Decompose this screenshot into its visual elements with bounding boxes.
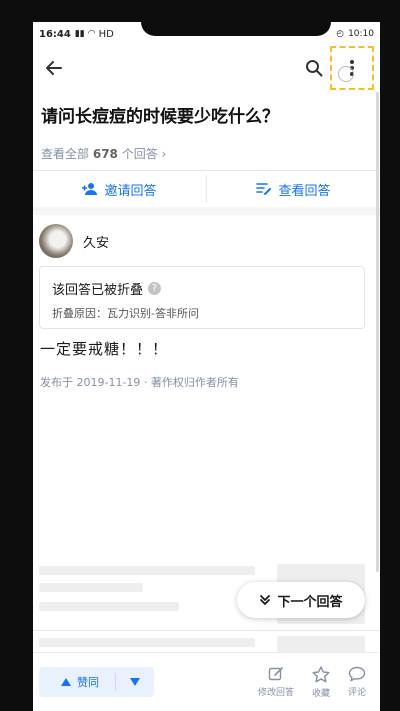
top-app-bar [33,46,380,90]
camera-notch [141,22,331,36]
published-info: 发布于 2019-11-19 · 著作权归作者所有 [40,376,239,389]
author-name[interactable]: 久安 [83,232,109,251]
author-row[interactable]: 久安 [39,224,109,258]
invite-answer-label: 邀请回答 [104,183,157,199]
invite-answer-button[interactable]: 邀请回答 [33,171,206,207]
scrollbar[interactable] [376,92,379,572]
edit-icon [268,667,283,681]
collect-button[interactable]: 收藏 [311,665,330,699]
skeleton-line [39,638,255,647]
network-type: HD [98,28,114,40]
view-all-suffix: 个回答 › [121,147,167,161]
view-answers-label: 查看回答 [278,183,331,199]
collect-label: 收藏 [311,688,330,699]
wifi-icon: ◠ [87,29,96,39]
vote-up-button[interactable]: 赞同 [39,674,115,690]
app-screen: 16:44 ▮▮ ◠ HD ◴ 10:10 请问长痘痘的时候要少吃什么？ 查看全… [33,22,380,711]
next-answer-label: 下一个回答 [277,594,343,610]
folded-title: 该回答已被折叠 [52,283,144,298]
search-button[interactable] [300,54,328,82]
edit-answer-label: 修改回答 [257,688,294,698]
comment-bubble-icon [348,666,366,682]
list-edit-icon [256,183,272,195]
answer-content: 一定要戒糖！！！ [40,340,169,358]
view-answers-button[interactable]: 查看回答 [207,171,380,207]
question-action-row: 邀请回答 查看回答 [33,171,380,207]
star-icon [312,665,330,682]
divider [33,630,380,631]
triangle-down-icon [130,678,140,686]
more-options-button[interactable] [330,46,374,90]
triangle-up-icon [61,678,71,686]
section-separator [33,207,380,215]
skeleton-line [39,566,255,575]
comment-label: 评论 [347,688,366,698]
edit-answer-button[interactable]: 修改回答 [258,666,294,698]
arrow-left-icon [46,61,62,75]
status-left-icons: ▮▮ ◠ HD [75,29,114,40]
add-person-icon [82,183,98,195]
view-all-prefix: 查看全部 [41,147,90,161]
vote-group: 赞同 [39,667,154,697]
tap-indicator [338,66,354,82]
comment-button[interactable]: 评论 [348,666,366,698]
status-right-text: 10:10 [348,29,374,39]
skeleton-line [39,583,143,592]
status-time: 16:44 [39,28,71,40]
vote-down-button[interactable] [116,675,154,689]
phone-frame: 16:44 ▮▮ ◠ HD ◴ 10:10 请问长痘痘的时候要少吃什么？ 查看全… [0,0,400,711]
status-right-icons: ◴ 10:10 [336,29,374,39]
vote-up-label: 赞同 [77,676,99,689]
question-title: 请问长痘痘的时候要少吃什么？ [41,107,279,127]
skeleton-thumbnail [277,636,365,652]
signal-icon: ▮▮ [74,29,85,39]
folded-reason: 折叠原因：瓦力识别-答非所问 [52,307,199,320]
toolbar-actions: 修改回答 收藏 评论 [258,665,374,699]
alarm-icon: ◴ [336,29,345,39]
avatar[interactable] [39,224,73,258]
back-button[interactable] [39,53,69,83]
search-icon [306,60,323,77]
bottom-toolbar: 赞同 修改回答 收藏 评论 [33,652,380,711]
help-icon[interactable]: ? [148,282,162,295]
folded-title-row: 该回答已被折叠 ? [52,279,352,298]
answer-count: 678 [92,147,118,161]
next-answer-button[interactable]: 下一个回答 [237,582,365,618]
folded-notice-card: 该回答已被折叠 ? 折叠原因：瓦力识别-答非所问 [39,266,365,329]
view-all-answers-link[interactable]: 查看全部 678 个回答 › [41,145,166,162]
double-chevron-down-icon [260,595,271,605]
skeleton-line [39,602,179,611]
